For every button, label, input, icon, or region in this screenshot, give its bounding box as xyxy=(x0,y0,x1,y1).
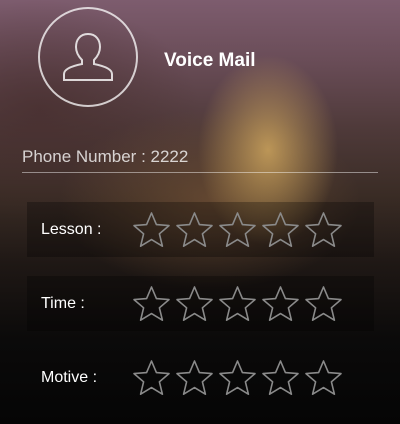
star-icon[interactable] xyxy=(174,358,215,398)
star-icon[interactable] xyxy=(174,210,215,250)
phone-number-label: Phone Number : 2222 xyxy=(22,147,189,166)
rating-row-motive: Motive : xyxy=(27,350,374,405)
star-icon[interactable] xyxy=(260,284,301,324)
star-icon[interactable] xyxy=(260,358,301,398)
star-icon[interactable] xyxy=(217,284,258,324)
star-icon[interactable] xyxy=(217,210,258,250)
avatar xyxy=(38,7,138,107)
rating-label-time: Time : xyxy=(41,294,85,312)
rating-row-lesson: Lesson : xyxy=(27,202,374,257)
star-icon[interactable] xyxy=(303,210,344,250)
rating-row-time: Time : xyxy=(27,276,374,331)
user-silhouette-icon xyxy=(63,32,113,81)
rating-label-motive: Motive : xyxy=(41,368,98,386)
star-icon[interactable] xyxy=(303,358,344,398)
star-icon[interactable] xyxy=(174,284,215,324)
star-icon[interactable] xyxy=(131,358,172,398)
star-rating-motive[interactable] xyxy=(131,358,344,398)
star-icon[interactable] xyxy=(217,358,258,398)
star-icon[interactable] xyxy=(303,284,344,324)
divider xyxy=(22,172,378,173)
star-icon[interactable] xyxy=(131,284,172,324)
star-rating-time[interactable] xyxy=(131,284,344,324)
star-rating-lesson[interactable] xyxy=(131,210,344,250)
star-icon[interactable] xyxy=(131,210,172,250)
page-title: Voice Mail xyxy=(164,50,256,71)
star-icon[interactable] xyxy=(260,210,301,250)
rating-label-lesson: Lesson : xyxy=(41,220,102,238)
